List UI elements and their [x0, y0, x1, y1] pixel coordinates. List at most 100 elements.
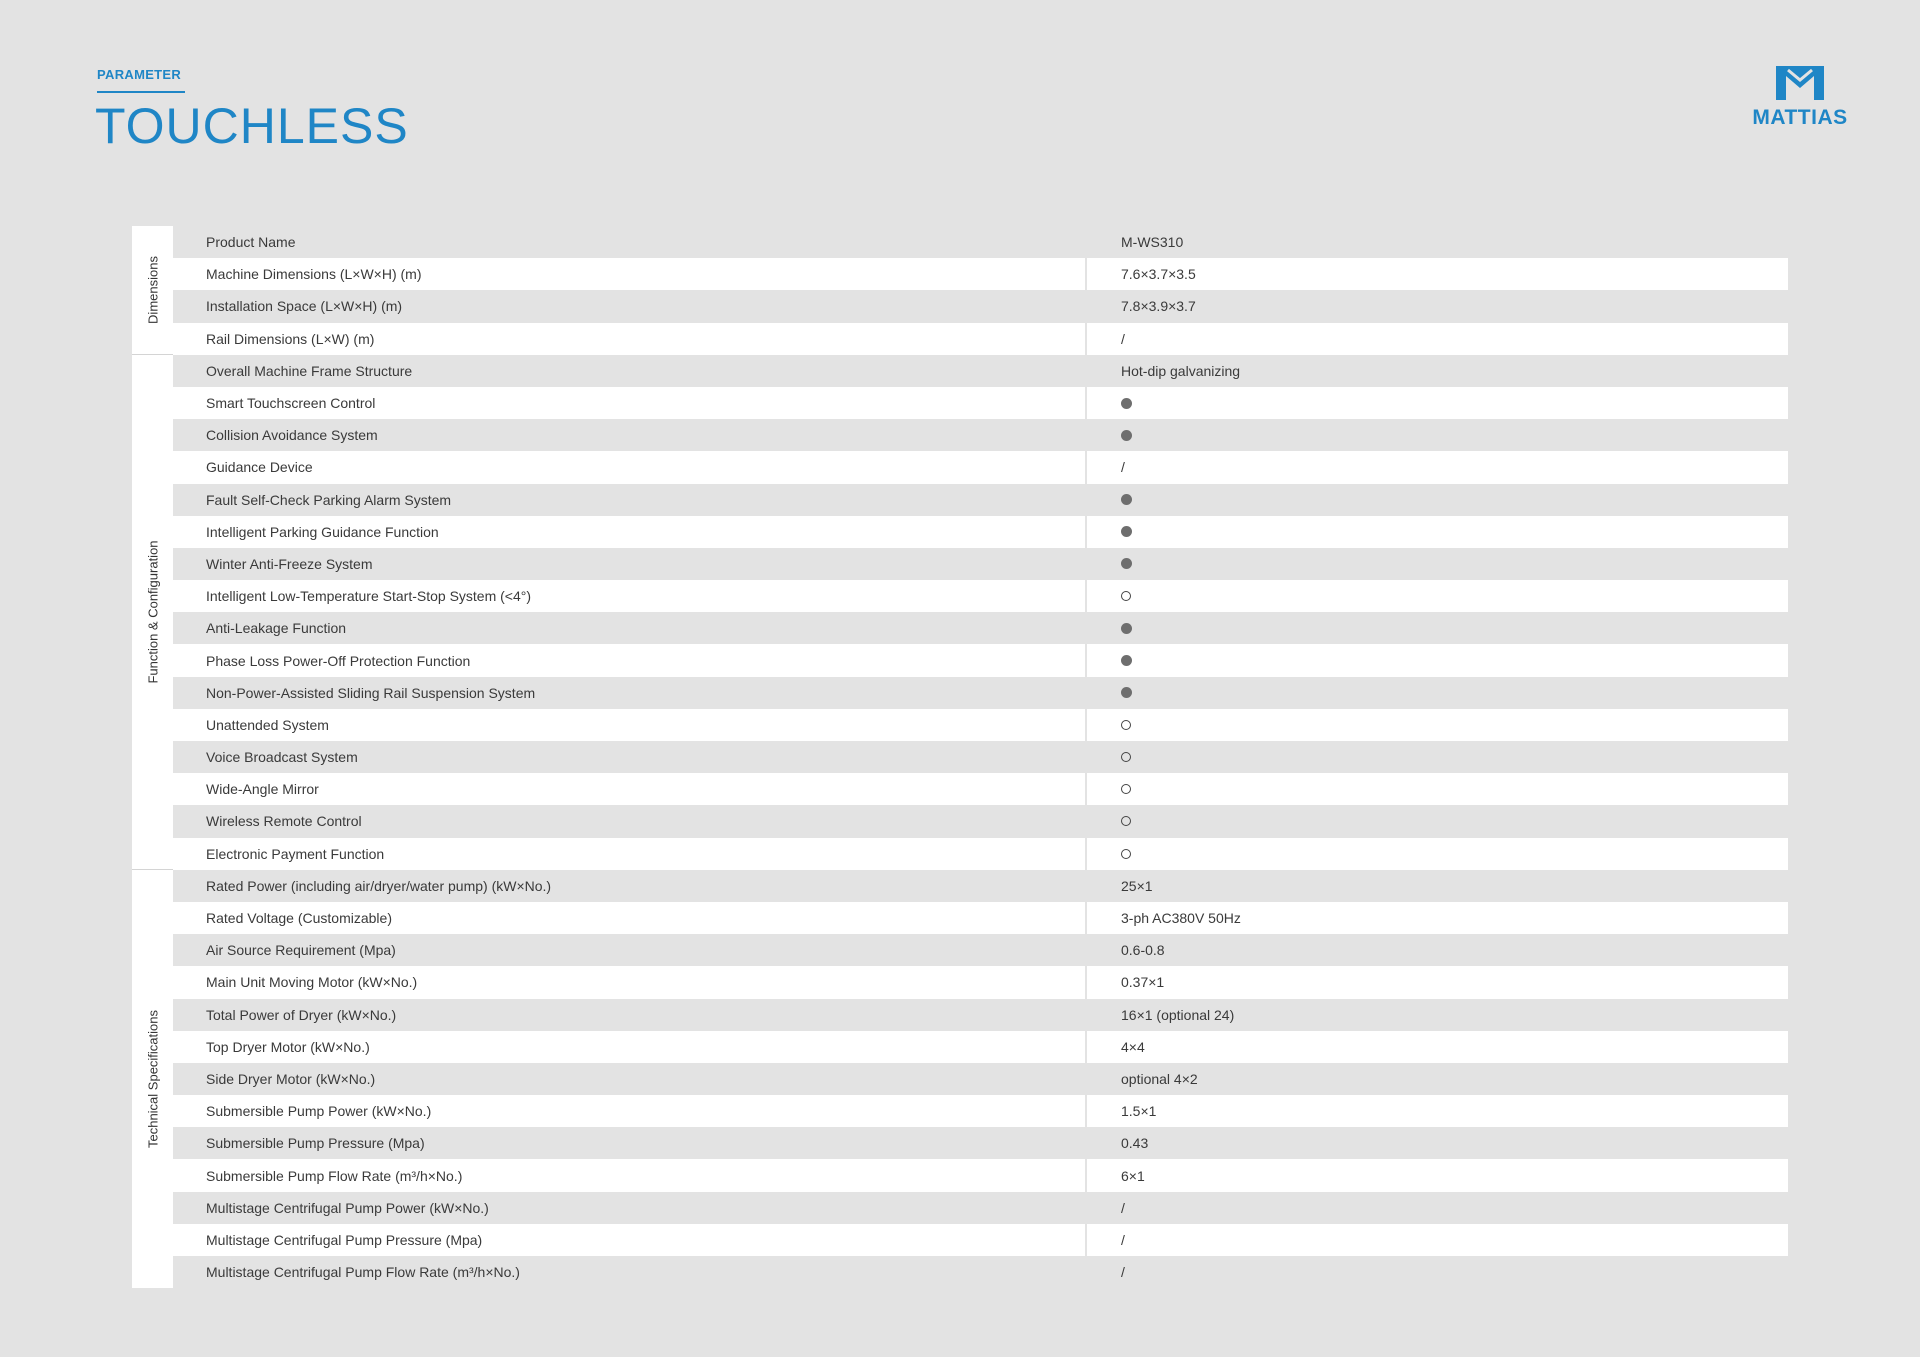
filled-dot-icon — [1121, 655, 1132, 667]
empty-dot-icon — [1121, 784, 1131, 795]
value-text: Hot-dip galvanizing — [1121, 362, 1241, 379]
value-cell: / — [1085, 1191, 1788, 1224]
table-row: Overall Machine Frame Structure Hot-dip g… — [173, 354, 1788, 387]
value-cell: / — [1085, 451, 1788, 484]
value-text: 6×1 — [1121, 1167, 1145, 1184]
empty-dot-icon — [1121, 591, 1131, 602]
value-cell — [1085, 483, 1788, 516]
param-cell: Intelligent Parking Guidance Function — [206, 523, 439, 540]
table-row: Winter Anti-Freeze System — [173, 547, 1788, 581]
value-cell: 4×4 — [1085, 1030, 1788, 1063]
param-cell: Fault Self-Check Parking Alarm System — [206, 491, 452, 508]
param-cell: Submersible Pump Pressure (Mpa) — [206, 1135, 425, 1152]
value-text: 25×1 — [1121, 877, 1153, 894]
value-cell — [1085, 805, 1788, 838]
param-cell: Machine Dimensions (L×W×H) (m) — [206, 266, 422, 283]
brand-name: MATTIAS — [1752, 106, 1848, 129]
param-cell: Overall Machine Frame Structure — [206, 362, 413, 379]
value-text: / — [1121, 330, 1125, 347]
value-cell: / — [1085, 1256, 1788, 1289]
table-row: Side Dryer Motor (kW×No.) optional 4×2 — [173, 1062, 1788, 1096]
param-cell: Installation Space (L×W×H) (m) — [206, 298, 403, 315]
table-row: Rated Power (including air/dryer/water p… — [173, 869, 1788, 902]
table-row: Non-Power-Assisted Sliding Rail Suspensi… — [173, 676, 1788, 709]
value-cell: / — [1085, 1223, 1788, 1256]
value-text: 0.6-0.8 — [1121, 942, 1165, 959]
table-group: Function & Configuration Overall Machine … — [132, 354, 1788, 870]
spec-table: Dimensions Product Name M-WS310 Machine Dim… — [132, 226, 1788, 1289]
param-cell: Main Unit Moving Motor (kW×No.) — [206, 974, 418, 991]
table-row: Voice Broadcast System — [173, 741, 1788, 774]
table-row: Main Unit Moving Motor (kW×No.) 0.37×1 — [173, 966, 1788, 999]
table-row: Installation Space (L×W×H) (m) 7.8×3.9×3.… — [173, 290, 1788, 323]
value-cell: 0.37×1 — [1085, 966, 1788, 999]
value-text: / — [1121, 1199, 1125, 1216]
value-cell — [1085, 741, 1788, 774]
param-cell: Product Name — [206, 234, 296, 251]
group-rows: Rated Power (including air/dryer/water p… — [173, 869, 1788, 1289]
value-cell: 16×1 (optional 24) — [1085, 998, 1788, 1031]
param-cell: Wide-Angle Mirror — [206, 781, 319, 798]
page-subtitle: PARAMETER — [97, 67, 182, 82]
value-cell: 3-ph AC380V 50Hz — [1085, 901, 1788, 935]
param-cell: Collision Avoidance System — [206, 427, 378, 444]
param-cell: Multistage Centrifugal Pump Power (kW×No… — [206, 1199, 489, 1216]
table-row: Multistage Centrifugal Pump Pressure (Mp… — [173, 1223, 1788, 1256]
param-cell: Wireless Remote Control — [206, 813, 362, 830]
group-label: Dimensions — [145, 255, 160, 324]
param-cell: Rail Dimensions (L×W) (m) — [206, 330, 375, 347]
empty-dot-icon — [1121, 848, 1131, 859]
param-cell: Electronic Payment Function — [206, 845, 385, 862]
subtitle-underline — [97, 91, 185, 93]
param-cell: Guidance Device — [206, 459, 313, 476]
group-rows: Overall Machine Frame Structure Hot-dip g… — [173, 354, 1788, 870]
value-cell — [1085, 419, 1788, 452]
param-cell: Unattended System — [206, 716, 329, 733]
table-row: Electronic Payment Function — [173, 837, 1788, 870]
param-cell: Anti-Leakage Function — [206, 620, 347, 637]
filled-dot-icon — [1121, 397, 1132, 409]
table-row: Submersible Pump Power (kW×No.) 1.5×1 — [173, 1095, 1788, 1128]
table-row: Submersible Pump Flow Rate (m³/h×No.) 6×1 — [173, 1159, 1788, 1192]
param-cell: Smart Touchscreen Control — [206, 395, 376, 412]
value-cell — [1085, 515, 1788, 548]
table-row: Air Source Requirement (Mpa) 0.6-0.8 — [173, 934, 1788, 967]
param-cell: Multistage Centrifugal Pump Flow Rate (m… — [206, 1264, 520, 1281]
group-label-cell: Dimensions — [132, 226, 173, 355]
table-group: Technical Specifications Rated Power (inc… — [132, 869, 1788, 1289]
param-cell: Voice Broadcast System — [206, 749, 358, 766]
table-row: Intelligent Low-Temperature Start-Stop S… — [173, 580, 1788, 613]
group-label: Function & Configuration — [145, 540, 160, 684]
param-cell: Submersible Pump Flow Rate (m³/h×No.) — [206, 1167, 463, 1184]
value-text: 7.6×3.7×3.5 — [1121, 266, 1196, 283]
value-cell — [1085, 580, 1788, 613]
value-text: 0.43 — [1121, 1135, 1149, 1152]
value-cell — [1085, 386, 1788, 420]
table-row: Phase Loss Power-Off Protection Function — [173, 644, 1788, 677]
value-cell — [1085, 708, 1788, 741]
param-cell: Rated Power (including air/dryer/water p… — [206, 877, 552, 894]
table-row: Rail Dimensions (L×W) (m) / — [173, 322, 1788, 355]
table-row: Anti-Leakage Function — [173, 612, 1788, 645]
brand-logo: MATTIAS — [1740, 62, 1860, 132]
param-cell: Air Source Requirement (Mpa) — [206, 942, 396, 959]
empty-dot-icon — [1121, 719, 1131, 730]
param-cell: Non-Power-Assisted Sliding Rail Suspensi… — [206, 684, 536, 701]
param-cell: Rated Voltage (Customizable) — [206, 910, 392, 927]
table-row: Intelligent Parking Guidance Function — [173, 515, 1788, 548]
table-row: Multistage Centrifugal Pump Power (kW×No… — [173, 1191, 1788, 1224]
filled-dot-icon — [1121, 429, 1132, 441]
empty-dot-icon — [1121, 816, 1131, 827]
table-row: Smart Touchscreen Control — [173, 386, 1788, 420]
value-cell: optional 4×2 — [1085, 1062, 1788, 1096]
table-row: Wide-Angle Mirror — [173, 773, 1788, 806]
param-cell: Side Dryer Motor (kW×No.) — [206, 1070, 376, 1087]
table-row: Unattended System — [173, 708, 1788, 741]
table-row: Fault Self-Check Parking Alarm System — [173, 483, 1788, 516]
value-cell: 7.6×3.7×3.5 — [1085, 258, 1788, 291]
value-text: 7.8×3.9×3.7 — [1121, 298, 1196, 315]
value-text: / — [1121, 1231, 1125, 1248]
param-cell: Intelligent Low-Temperature Start-Stop S… — [206, 588, 532, 605]
table-row: Wireless Remote Control — [173, 805, 1788, 838]
value-text: 0.37×1 — [1121, 974, 1165, 991]
